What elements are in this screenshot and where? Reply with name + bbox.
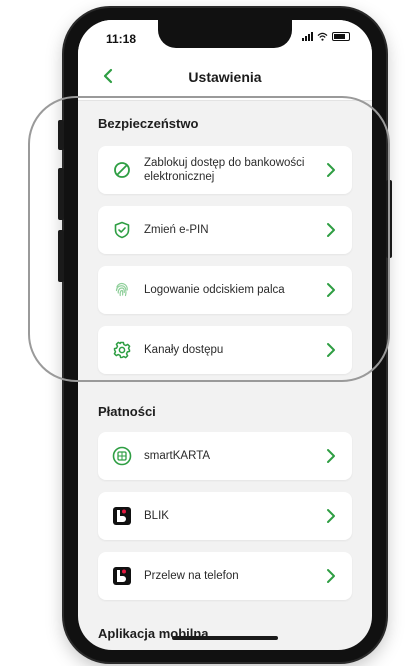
power-button [386, 180, 392, 258]
change-epin-item[interactable]: Zmień e-PIN [98, 206, 352, 254]
mute-switch [58, 120, 64, 150]
fingerprint-icon [112, 280, 132, 300]
card-chip-icon [112, 446, 132, 466]
chevron-right-icon [327, 449, 335, 463]
change-epin-label: Zmień e-PIN [144, 223, 209, 236]
block-access-label: Zablokuj dostęp do bankowości elektronic… [144, 156, 305, 183]
smartkarta-label: smartKARTA [144, 449, 211, 462]
signal-icon [302, 32, 313, 41]
chevron-right-icon [327, 163, 335, 177]
chevron-right-icon [327, 283, 335, 297]
smartkarta-item[interactable]: smartKARTA [98, 432, 352, 480]
chevron-right-icon [327, 223, 335, 237]
battery-icon [332, 32, 350, 41]
home-indicator [172, 636, 278, 640]
page-title: Ustawienia [188, 69, 262, 85]
section-title-payments: Płatności [98, 404, 156, 419]
gear-icon [112, 340, 132, 360]
access-channels-label: Kanały dostępu [144, 343, 224, 356]
blik-logo-icon [112, 566, 132, 586]
shield-check-icon [112, 220, 132, 240]
blik-logo-icon [112, 506, 132, 526]
screen: 11:18 Ustawienia Bezpieczeństwo Zablokuj… [78, 20, 372, 650]
wifi-icon [317, 32, 328, 41]
chevron-right-icon [327, 569, 335, 583]
access-channels-item[interactable]: Kanały dostępu [98, 326, 352, 374]
phone-transfer-item[interactable]: Przelew na telefon [98, 552, 352, 600]
blik-label: BLIK [144, 509, 169, 522]
block-access-item[interactable]: Zablokuj dostęp do bankowości elektronic… [98, 146, 352, 194]
volume-up-button [58, 168, 64, 220]
status-time: 11:18 [106, 32, 137, 46]
app-header: Ustawienia [78, 56, 372, 101]
notch [158, 20, 292, 48]
fingerprint-login-label: Logowanie odciskiem palca [144, 283, 285, 296]
phone-transfer-label: Przelew na telefon [144, 569, 239, 582]
section-title-security: Bezpieczeństwo [98, 116, 199, 131]
chevron-right-icon [327, 343, 335, 357]
phone-frame: 11:18 Ustawienia Bezpieczeństwo Zablokuj… [58, 8, 392, 662]
chevron-right-icon [327, 509, 335, 523]
block-icon [112, 160, 132, 180]
volume-down-button [58, 230, 64, 282]
blik-item[interactable]: BLIK [98, 492, 352, 540]
status-icons [302, 32, 350, 41]
fingerprint-login-item[interactable]: Logowanie odciskiem palca [98, 266, 352, 314]
